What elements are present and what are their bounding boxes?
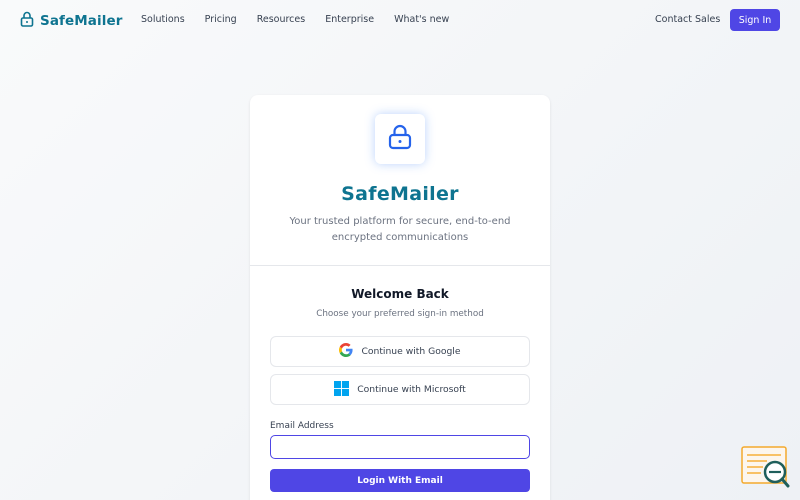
- card-title: SafeMailer: [341, 183, 459, 205]
- nav-item-solutions[interactable]: Solutions: [141, 14, 185, 25]
- card-subtitle-line2: encrypted communications: [331, 231, 469, 243]
- welcome-heading: Welcome Back: [351, 287, 449, 301]
- card-subtitle-line1: Your trusted platform for secure, end-to…: [289, 216, 511, 227]
- google-button-label: Continue with Google: [361, 346, 461, 357]
- microsoft-button-label: Continue with Microsoft: [357, 384, 466, 395]
- nav-item-whats-new[interactable]: What's new: [394, 14, 449, 25]
- top-navbar: SafeMailer Solutions Pricing Resources E…: [0, 0, 800, 40]
- lock-icon: [20, 11, 34, 31]
- google-logo-icon: [339, 343, 354, 360]
- contact-sales-link[interactable]: Contact Sales: [655, 14, 720, 25]
- lock-icon: [388, 124, 412, 154]
- divider: [250, 265, 550, 266]
- nav-item-resources[interactable]: Resources: [257, 14, 306, 25]
- login-card: SafeMailer Your trusted platform for sec…: [250, 95, 550, 500]
- card-subtitle: Your trusted platform for secure, end-to…: [280, 214, 520, 245]
- nav-item-pricing[interactable]: Pricing: [205, 14, 237, 25]
- continue-with-microsoft-button[interactable]: Continue with Microsoft: [270, 374, 530, 405]
- main-nav: Solutions Pricing Resources Enterprise W…: [141, 14, 449, 25]
- signin-method-hint: Choose your preferred sign-in method: [316, 309, 484, 319]
- microsoft-logo-icon: [334, 380, 350, 399]
- continue-with-google-button[interactable]: Continue with Google: [270, 336, 530, 367]
- email-label: Email Address: [270, 421, 334, 431]
- feedback-search-icon: [741, 446, 791, 492]
- brand-logo[interactable]: SafeMailer: [20, 11, 122, 31]
- lock-badge: [375, 114, 425, 164]
- email-input[interactable]: [270, 435, 530, 459]
- brand-name: SafeMailer: [40, 13, 123, 29]
- nav-item-enterprise[interactable]: Enterprise: [325, 14, 374, 25]
- login-with-email-button[interactable]: Login With Email: [270, 469, 530, 492]
- feedback-widget[interactable]: [741, 446, 791, 488]
- sign-in-button[interactable]: Sign In: [730, 9, 780, 31]
